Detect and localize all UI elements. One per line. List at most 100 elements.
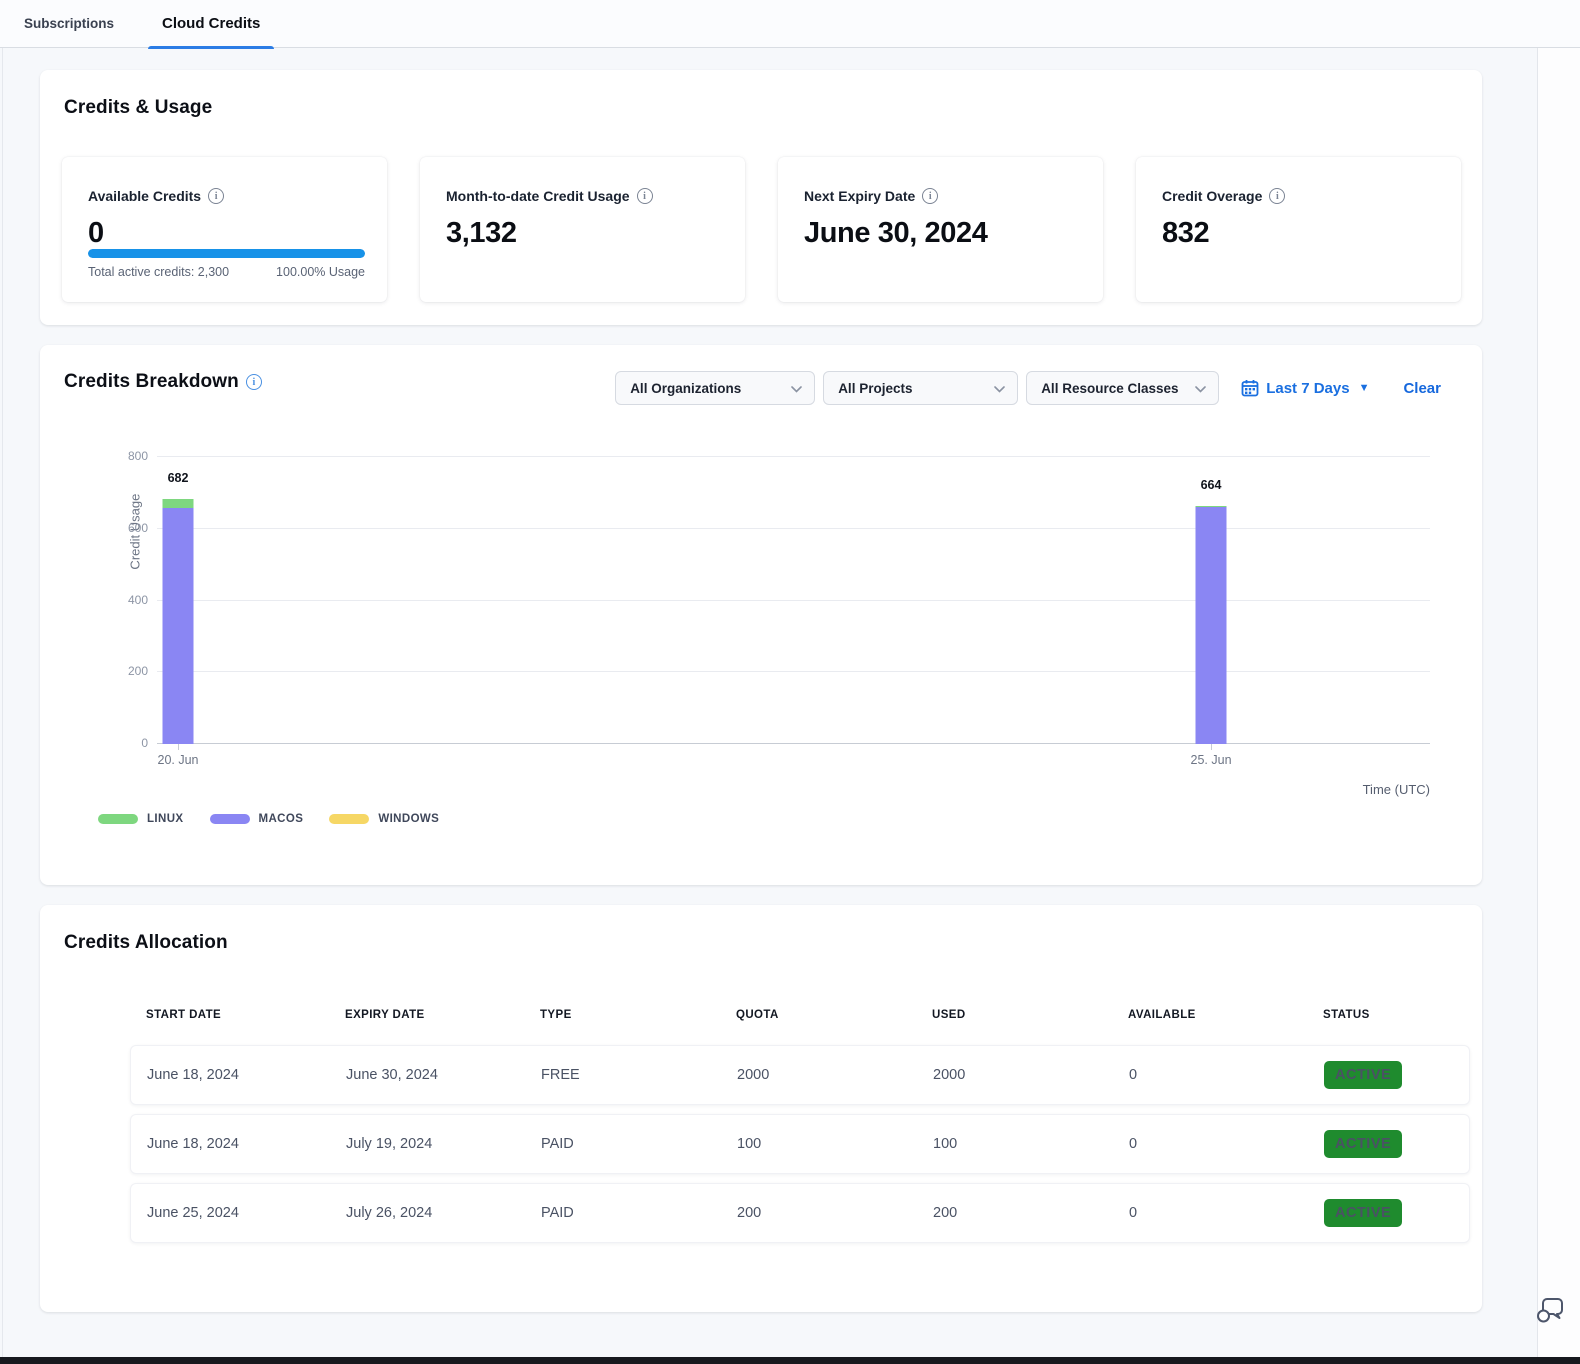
info-icon[interactable]: i <box>922 188 938 204</box>
chat-bubbles-icon <box>1534 1293 1568 1327</box>
date-range-value: Last 7 Days <box>1266 380 1349 397</box>
allocation-table-header: START DATE EXPIRY DATE TYPE QUOTA USED A… <box>130 1009 1470 1021</box>
stat-card-next-expiry: Next Expiry Date i June 30, 2024 <box>778 157 1103 302</box>
total-active-credits-text: Total active credits: 2,300 <box>88 265 229 279</box>
column-header-quota: QUOTA <box>736 1009 932 1021</box>
stat-card-credit-overage: Credit Overage i 832 <box>1136 157 1461 302</box>
next-expiry-value: June 30, 2024 <box>804 217 1077 250</box>
organizations-select-value: All Organizations <box>630 381 741 396</box>
legend-label: MACOS <box>259 813 304 825</box>
resource-classes-select-value: All Resource Classes <box>1041 381 1178 396</box>
legend-swatch <box>329 814 369 824</box>
active-tab-indicator <box>148 46 274 49</box>
bar-value-label: 682 <box>168 471 189 485</box>
cell-start-date: June 25, 2024 <box>147 1205 346 1221</box>
legend-item-macos[interactable]: MACOS <box>210 813 304 825</box>
stat-card-row: Available Credits i 0 Total active credi… <box>62 157 1461 302</box>
info-icon[interactable]: i <box>246 374 262 390</box>
stacked-bar[interactable] <box>1196 506 1227 744</box>
credit-overage-label: Credit Overage <box>1162 188 1262 204</box>
cell-used: 200 <box>933 1205 1129 1221</box>
table-row[interactable]: June 18, 2024 July 19, 2024 PAID 100 100… <box>130 1114 1470 1174</box>
cell-quota: 200 <box>737 1205 933 1221</box>
legend-swatch <box>210 814 250 824</box>
status-badge: ACTIVE <box>1324 1061 1402 1089</box>
cell-available: 0 <box>1129 1067 1324 1083</box>
credits-progress-fill <box>88 249 365 258</box>
bar-segment-macos <box>1196 507 1227 744</box>
column-header-used: USED <box>932 1009 1128 1021</box>
gridline: 800 <box>157 456 1430 457</box>
info-icon[interactable]: i <box>208 188 224 204</box>
table-row[interactable]: June 18, 2024 June 30, 2024 FREE 2000 20… <box>130 1045 1470 1105</box>
column-header-expiry-date: EXPIRY DATE <box>345 1009 540 1021</box>
tab-subscriptions-label: Subscriptions <box>24 16 114 31</box>
organizations-select[interactable]: All Organizations <box>615 371 815 405</box>
gridline: 0 <box>157 743 1430 744</box>
column-header-type: TYPE <box>540 1009 736 1021</box>
calendar-icon <box>1241 379 1259 397</box>
chevron-down-icon <box>994 381 1005 396</box>
date-range-picker[interactable]: Last 7 Days ▼ <box>1241 379 1369 397</box>
y-axis-tick: 200 <box>128 664 148 678</box>
column-header-status: STATUS <box>1323 1009 1470 1021</box>
tab-bar: Subscriptions Cloud Credits <box>0 0 1580 48</box>
credits-breakdown-card: Credits Breakdown i All Organizations Al… <box>40 345 1482 885</box>
x-axis-tick <box>1211 744 1212 750</box>
cell-type: PAID <box>541 1205 737 1221</box>
bar-segment-macos <box>163 508 194 744</box>
credits-breakdown-title: Credits Breakdown <box>64 371 239 393</box>
cell-available: 0 <box>1129 1205 1324 1221</box>
triangle-down-icon: ▼ <box>1359 382 1370 394</box>
stat-card-available-credits: Available Credits i 0 Total active credi… <box>62 157 387 302</box>
bar-segment-linux <box>163 499 194 508</box>
cell-used: 2000 <box>933 1067 1129 1083</box>
gridline: 400 <box>157 600 1430 601</box>
next-expiry-label: Next Expiry Date <box>804 188 915 204</box>
info-icon[interactable]: i <box>1269 188 1285 204</box>
table-row[interactable]: June 25, 2024 July 26, 2024 PAID 200 200… <box>130 1183 1470 1243</box>
available-credits-label: Available Credits <box>88 188 201 204</box>
tab-subscriptions[interactable]: Subscriptions <box>0 0 138 48</box>
column-header-start-date: START DATE <box>146 1009 345 1021</box>
projects-select[interactable]: All Projects <box>823 371 1018 405</box>
y-axis-tick: 600 <box>128 521 148 535</box>
cell-type: FREE <box>541 1067 737 1083</box>
x-axis-tick-label: 25. Jun <box>1191 753 1232 767</box>
legend-label: WINDOWS <box>378 813 439 825</box>
credits-usage-title: Credits & Usage <box>64 97 212 118</box>
info-icon[interactable]: i <box>637 188 653 204</box>
x-axis-tick <box>178 744 179 750</box>
credits-allocation-title: Credits Allocation <box>64 932 228 953</box>
resource-classes-select[interactable]: All Resource Classes <box>1026 371 1219 405</box>
status-badge: ACTIVE <box>1324 1130 1402 1158</box>
bottom-edge-bar <box>0 1357 1580 1364</box>
breakdown-filters: All Organizations All Projects All Resou… <box>615 371 1441 405</box>
cell-expiry-date: July 19, 2024 <box>346 1136 541 1152</box>
credits-allocation-card: Credits Allocation START DATE EXPIRY DAT… <box>40 905 1482 1312</box>
gridline: 200 <box>157 671 1430 672</box>
stacked-bar[interactable] <box>163 499 194 744</box>
chevron-down-icon <box>791 381 802 396</box>
cell-expiry-date: July 26, 2024 <box>346 1205 541 1221</box>
legend-swatch <box>98 814 138 824</box>
chart-x-axis-label: Time (UTC) <box>1363 782 1430 797</box>
tab-cloud-credits[interactable]: Cloud Credits <box>138 0 284 48</box>
cell-start-date: June 18, 2024 <box>147 1067 346 1083</box>
x-axis-tick-label: 20. Jun <box>157 753 198 767</box>
cell-start-date: June 18, 2024 <box>147 1136 346 1152</box>
projects-select-value: All Projects <box>838 381 912 396</box>
legend-item-windows[interactable]: WINDOWS <box>329 813 439 825</box>
y-axis-tick: 400 <box>128 593 148 607</box>
usage-percent-text: 100.00% Usage <box>276 265 365 279</box>
tab-cloud-credits-label: Cloud Credits <box>162 15 260 32</box>
left-divider <box>2 48 3 1357</box>
support-chat-button[interactable] <box>1534 1293 1568 1327</box>
cell-type: PAID <box>541 1136 737 1152</box>
chevron-down-icon <box>1195 381 1206 396</box>
stat-card-mtd-usage: Month-to-date Credit Usage i 3,132 <box>420 157 745 302</box>
legend-item-linux[interactable]: LINUX <box>98 813 184 825</box>
clear-filters-button[interactable]: Clear <box>1403 380 1441 397</box>
cell-quota: 100 <box>737 1136 933 1152</box>
y-axis-tick: 800 <box>128 449 148 463</box>
